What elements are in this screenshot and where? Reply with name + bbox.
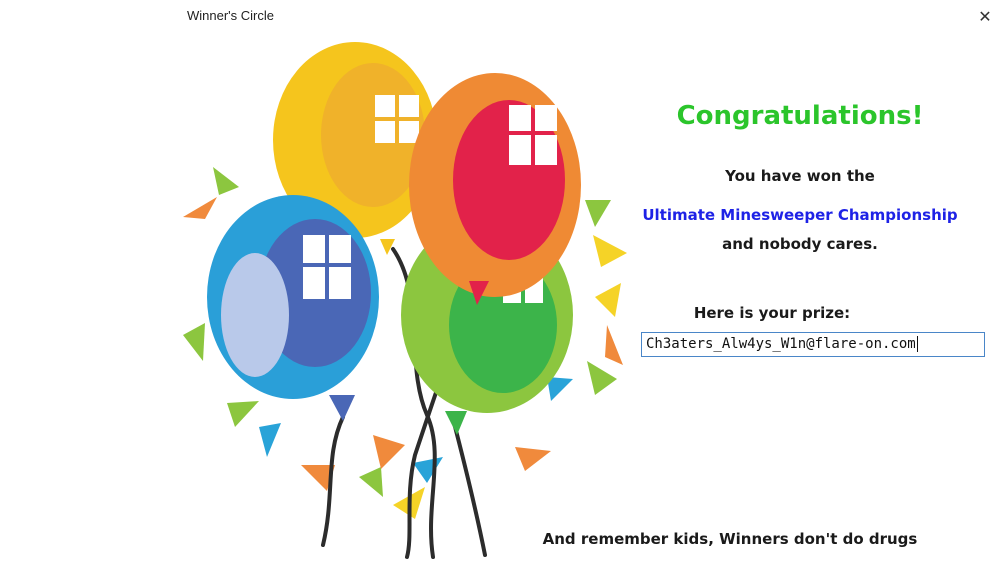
prize-field[interactable]: Ch3aters_Alw4ys_W1n@flare-on.com [641, 332, 985, 357]
blue-balloon [207, 195, 379, 421]
congratulations-heading: Congratulations! [676, 101, 924, 131]
text-caret [916, 336, 918, 352]
prize-value: Ch3aters_Alw4ys_W1n@flare-on.com [646, 336, 916, 352]
nobody-cares-text: and nobody cares. [722, 235, 878, 253]
close-icon: ✕ [978, 6, 992, 26]
prize-label: Here is your prize: [693, 304, 851, 322]
footer-message: And remember kids, Winners don't do drug… [542, 530, 918, 548]
title-bar[interactable]: Winner's Circle ✕ [0, 0, 1008, 32]
winners-circle-window: Winner's Circle ✕ Congratulations! You h… [0, 0, 1008, 588]
championship-name: Ultimate Minesweeper Championship [642, 206, 958, 224]
won-text: You have won the [725, 167, 875, 185]
close-button[interactable]: ✕ [962, 0, 1008, 32]
balloons-illustration [183, 42, 627, 559]
window-title: Winner's Circle [187, 8, 274, 23]
